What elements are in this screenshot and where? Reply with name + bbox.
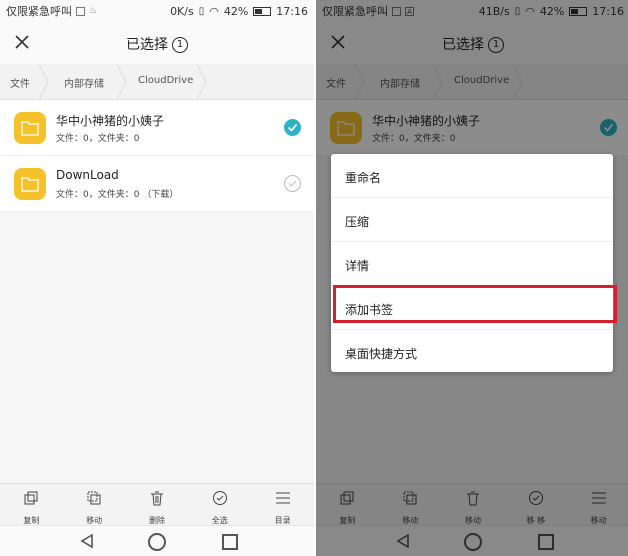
page-title: 已选择 — [126, 37, 168, 53]
file-meta: 文件：0，文件夹：0 — [56, 134, 140, 144]
select-all-icon — [212, 491, 227, 505]
select-all-label: 全选 — [211, 516, 228, 525]
wifi-icon: ◠ — [209, 4, 219, 18]
copy-icon — [24, 491, 38, 505]
list-item[interactable]: 华中小神猪的小姨子 文件：0，文件夹：0 — [0, 100, 314, 156]
breadcrumb-item-clouddrive[interactable]: CloudDrive — [138, 75, 193, 86]
breadcrumb: 文件 内部存储 CloudDrive — [0, 64, 314, 100]
breadcrumb-separator-icon — [116, 64, 127, 100]
list-item[interactable]: DownLoad 文件：0，文件夹：0 （下载） — [0, 156, 314, 212]
folder-icon — [14, 112, 46, 144]
battery-percent: 42% — [223, 4, 249, 18]
title-bar: 已选择 1 — [0, 22, 314, 64]
move-icon — [87, 491, 101, 505]
file-name: 华中小神猪的小姨子 — [56, 114, 165, 128]
menu-item-compress[interactable]: 压缩 — [331, 198, 613, 242]
file-meta: 文件：0，文件夹：0 （下载） — [56, 190, 179, 200]
bottom-toolbar: 复制 移动 删除 全选 目录 — [0, 483, 314, 526]
highlight-box — [333, 285, 617, 323]
move-button[interactable]: 移动 — [63, 484, 126, 526]
breadcrumb-item-internal-storage[interactable]: 内部存储 — [64, 75, 104, 90]
home-icon[interactable] — [148, 533, 166, 551]
directory-button[interactable]: 目录 — [251, 484, 314, 526]
move-label: 移动 — [86, 516, 103, 525]
menu-item-label: 详情 — [345, 259, 370, 273]
file-manager-screen-right: 仅限紧急呼叫 A 41B/s ▯ ◠ 42% 17:16 已选择 1 文件 内部存… — [316, 0, 628, 556]
menu-item-rename[interactable]: 重命名 — [331, 154, 613, 198]
folder-icon — [14, 168, 46, 200]
network-speed: 0K/s — [170, 4, 194, 18]
context-menu: 重命名 压缩 详情 添加书签 桌面快捷方式 — [331, 154, 613, 372]
copy-button[interactable]: 复制 — [0, 484, 63, 526]
notification-icon: ♨ — [89, 6, 98, 16]
delete-label: 删除 — [148, 516, 165, 525]
breadcrumb-separator-icon — [38, 64, 49, 100]
copy-label: 复制 — [23, 516, 40, 525]
delete-button[interactable]: 删除 — [126, 484, 189, 526]
selected-count-badge: 1 — [172, 37, 188, 53]
menu-item-label: 桌面快捷方式 — [345, 347, 418, 361]
file-name: DownLoad — [56, 168, 119, 182]
recent-apps-icon[interactable] — [222, 534, 238, 550]
trash-icon — [150, 491, 163, 506]
screenshot-icon — [76, 6, 85, 16]
back-icon[interactable] — [80, 534, 94, 548]
checkbox-checked-icon[interactable] — [284, 119, 301, 136]
menu-item-label: 压缩 — [345, 215, 370, 229]
system-nav-bar — [0, 525, 314, 556]
selection-title: 已选择 1 — [0, 34, 314, 54]
breadcrumb-item-files[interactable]: 文件 — [10, 75, 30, 90]
menu-item-details[interactable]: 详情 — [331, 242, 613, 286]
checkbox-unchecked-icon[interactable] — [284, 175, 301, 192]
menu-item-desktop-shortcut[interactable]: 桌面快捷方式 — [331, 330, 613, 374]
menu-icon — [275, 492, 290, 504]
breadcrumb-separator-icon — [196, 64, 207, 100]
status-bar: 仅限紧急呼叫 ♨ 0K/s ▯ ◠ 42% 17:16 — [0, 0, 314, 22]
clock: 17:16 — [276, 4, 308, 18]
file-list: 华中小神猪的小姨子 文件：0，文件夹：0 DownLoad 文件：0，文件夹：0… — [0, 100, 314, 212]
carrier-text: 仅限紧急呼叫 — [6, 5, 72, 18]
file-manager-screen-left: 仅限紧急呼叫 ♨ 0K/s ▯ ◠ 42% 17:16 已选择 1 文件 内部存储… — [0, 0, 314, 556]
vibrate-icon: ▯ — [198, 5, 205, 17]
directory-label: 目录 — [274, 516, 291, 525]
select-all-button[interactable]: 全选 — [188, 484, 251, 526]
menu-item-label: 重命名 — [345, 171, 382, 185]
battery-icon — [253, 6, 272, 16]
